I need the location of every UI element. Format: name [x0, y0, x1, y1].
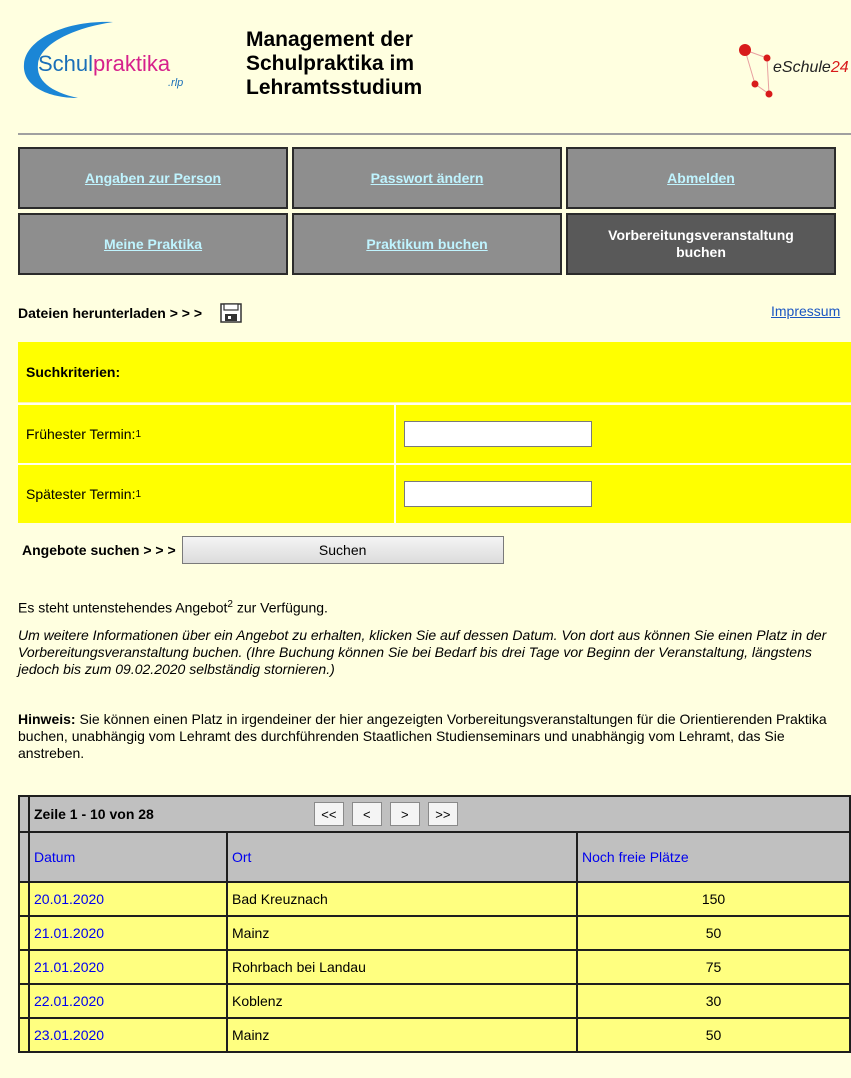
location-cell: Mainz — [226, 915, 578, 951]
search-criteria-panel: Suchkriterien: Frühester Termin: 1 Spätes… — [18, 342, 851, 523]
table-row: 21.01.2020 Mainz 50 — [18, 915, 851, 951]
search-action-line: Angebote suchen > > > Suchen — [22, 536, 504, 564]
offers-table: Zeile 1 - 10 von 28 << < > >> Datum Ort … — [18, 795, 851, 1053]
table-pager-row: Zeile 1 - 10 von 28 << < > >> — [18, 795, 851, 833]
offers-table-container: Zeile 1 - 10 von 28 << < > >> Datum Ort … — [18, 795, 851, 1053]
download-files-label: Dateien herunterladen > > > — [18, 305, 203, 321]
svg-text:eSchule24: eSchule24 — [773, 59, 849, 76]
save-disk-icon[interactable] — [220, 303, 242, 323]
date-link[interactable]: 20.01.2020 — [34, 891, 104, 907]
free-places-cell: 50 — [576, 1017, 851, 1053]
last-page-button[interactable]: >> — [427, 802, 458, 826]
location-cell: Koblenz — [226, 983, 578, 1019]
location-cell: Rohrbach bei Landau — [226, 949, 578, 985]
search-criteria-heading: Suchkriterien: — [18, 342, 851, 403]
nav-angaben-zur-person[interactable]: Angaben zur Person — [18, 147, 288, 209]
site-title: Management der Schulpraktika im Lehramts… — [246, 28, 423, 99]
date-link[interactable]: 23.01.2020 — [34, 1027, 104, 1043]
earliest-date-label: Frühester Termin: 1 — [18, 405, 396, 463]
offer-availability-text: Es steht untenstehendes Angebot2 zur Ver… — [18, 599, 328, 616]
search-offers-label: Angebote suchen > > > — [22, 542, 176, 558]
column-header-ort[interactable]: Ort — [232, 849, 251, 865]
table-row: 21.01.2020 Rohrbach bei Landau 75 — [18, 949, 851, 985]
download-files-line: Dateien herunterladen > > > — [18, 303, 242, 323]
eschule24-logo[interactable]: eSchule24 — [733, 38, 851, 100]
earliest-date-input[interactable] — [404, 421, 592, 447]
free-places-cell: 30 — [576, 983, 851, 1019]
latest-date-label: Spätester Termin: 1 — [18, 465, 396, 523]
page-header: Schulpraktika .rlp Management der Schulp… — [0, 0, 851, 128]
header-divider — [18, 133, 851, 135]
first-page-button[interactable]: << — [313, 802, 344, 826]
previous-page-button[interactable]: < — [351, 802, 382, 826]
nav-passwort-aendern[interactable]: Passwort ändern — [292, 147, 562, 209]
pagination-controls: << < > >> — [313, 802, 458, 826]
free-places-cell: 50 — [576, 915, 851, 951]
location-cell: Bad Kreuznach — [226, 881, 578, 917]
search-button[interactable]: Suchen — [181, 536, 504, 564]
impressum-link[interactable]: Impressum — [771, 303, 840, 319]
booking-info-text: Um weitere Informationen über ein Angebo… — [18, 627, 827, 677]
nav-meine-praktika[interactable]: Meine Praktika — [18, 213, 288, 275]
column-header-freie-plaetze[interactable]: Noch freie Plätze — [582, 849, 689, 865]
table-row: 22.01.2020 Koblenz 30 — [18, 983, 851, 1019]
svg-text:.rlp: .rlp — [168, 77, 183, 89]
logo-wordmark: Schulpraktika — [38, 51, 171, 76]
main-navigation: Angaben zur Person Passwort ändern Abmel… — [18, 147, 851, 279]
nav-abmelden[interactable]: Abmelden — [566, 147, 836, 209]
date-link[interactable]: 21.01.2020 — [34, 925, 104, 941]
hint-text: Hinweis: Sie können einen Platz in irgen… — [18, 711, 827, 761]
table-header-row: Datum Ort Noch freie Plätze — [18, 831, 851, 883]
date-link[interactable]: 21.01.2020 — [34, 959, 104, 975]
free-places-cell: 75 — [576, 949, 851, 985]
date-link[interactable]: 22.01.2020 — [34, 993, 104, 1009]
table-row: 23.01.2020 Mainz 50 — [18, 1017, 851, 1053]
column-header-datum[interactable]: Datum — [34, 849, 75, 865]
nav-vorbereitungsveranstaltung-buchen[interactable]: Vorbereitungsveranstaltung buchen — [566, 213, 836, 275]
free-places-cell: 150 — [576, 881, 851, 917]
table-row: 20.01.2020 Bad Kreuznach 150 — [18, 881, 851, 917]
next-page-button[interactable]: > — [389, 802, 420, 826]
schulpraktika-logo[interactable]: Schulpraktika .rlp — [18, 18, 208, 102]
row-range-label: Zeile 1 - 10 von 28 — [34, 806, 154, 822]
latest-date-input[interactable] — [404, 481, 592, 507]
location-cell: Mainz — [226, 1017, 578, 1053]
nav-praktikum-buchen[interactable]: Praktikum buchen — [292, 213, 562, 275]
